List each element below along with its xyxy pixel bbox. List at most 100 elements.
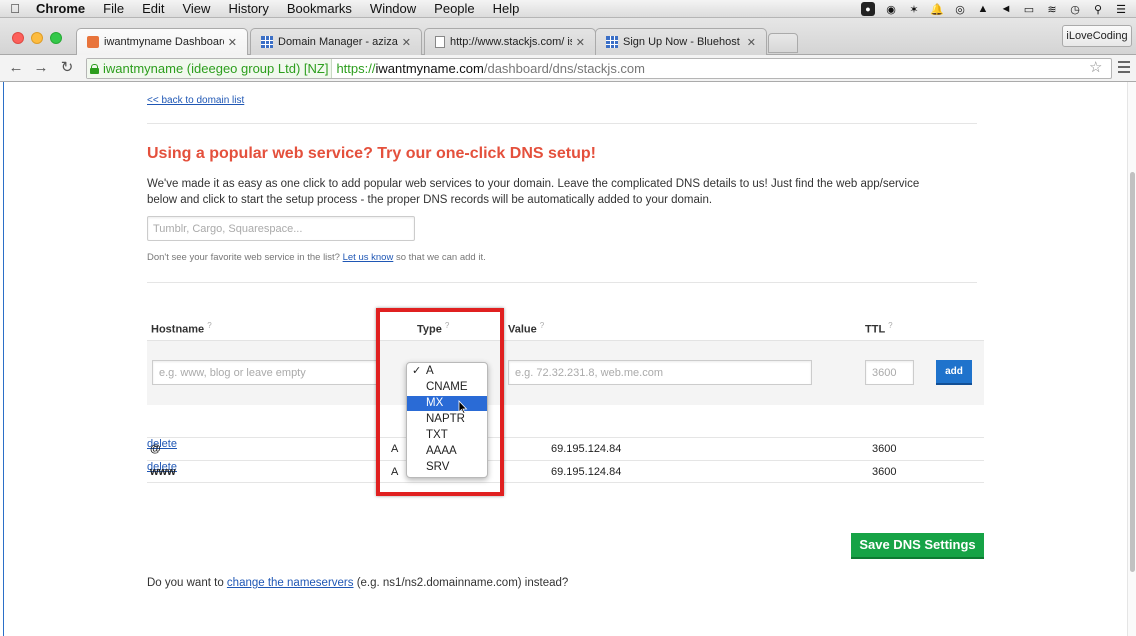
change-nameservers-link[interactable]: change the nameservers bbox=[227, 577, 354, 589]
ttl-header: TTL? bbox=[865, 321, 893, 336]
hostname-input[interactable]: e.g. www, blog or leave empty bbox=[152, 360, 380, 385]
page-favicon-icon bbox=[435, 36, 445, 48]
option-label: SRV bbox=[426, 461, 450, 473]
type-option-naptr[interactable]: NAPTR bbox=[407, 412, 487, 427]
record-type-dropdown[interactable]: ✓ A CNAME MX NAPTR TXT AAAA SRV bbox=[406, 362, 488, 478]
macos-menubar:  Chrome File Edit View History Bookmark… bbox=[0, 0, 1136, 18]
scrollbar-thumb[interactable] bbox=[1130, 172, 1135, 572]
type-option-srv[interactable]: SRV bbox=[407, 460, 487, 475]
option-label: AAAA bbox=[426, 445, 457, 457]
bluehost-grid-favicon-icon bbox=[261, 36, 273, 48]
status-app-icon[interactable]: ● bbox=[861, 2, 875, 16]
record-ttl: 3600 bbox=[872, 466, 897, 478]
ttl-header-label: TTL bbox=[865, 323, 886, 336]
menu-people[interactable]: People bbox=[425, 0, 483, 18]
value-header-label: Value bbox=[508, 323, 537, 336]
save-dns-settings-button[interactable]: Save DNS Settings bbox=[851, 533, 984, 559]
type-option-mx[interactable]: MX bbox=[407, 396, 487, 411]
tab-title: Sign Up Now - Bluehost bbox=[623, 36, 740, 48]
tab-iwantmyname-dashboard[interactable]: iwantmyname Dashboard | ✕ bbox=[76, 28, 248, 55]
tab-domain-manager[interactable]: Domain Manager - azizali ✕ bbox=[250, 28, 422, 55]
tab-title: http://www.stackjs.com/ is bbox=[450, 36, 572, 48]
apple-menu-icon[interactable]:  bbox=[0, 1, 30, 16]
chrome-menu-icon[interactable] bbox=[1118, 61, 1130, 76]
tab-stackjs[interactable]: http://www.stackjs.com/ is ✕ bbox=[424, 28, 596, 55]
menu-view[interactable]: View bbox=[173, 0, 219, 18]
drive-icon[interactable]: ▲ bbox=[976, 2, 990, 16]
iwantmyname-favicon-icon bbox=[87, 36, 99, 48]
window-close-button[interactable] bbox=[12, 32, 24, 44]
reload-icon[interactable]: ↻ bbox=[57, 58, 77, 78]
back-to-domain-list-link[interactable]: << back to domain list bbox=[147, 95, 244, 106]
type-option-txt[interactable]: TXT bbox=[407, 428, 487, 443]
brightness-icon[interactable]: ✶ bbox=[907, 2, 921, 16]
ns-note-text-end: (e.g. ns1/ns2.domainname.com) instead? bbox=[356, 577, 569, 589]
record-value: 69.195.124.84 bbox=[551, 443, 622, 455]
type-option-aaaa[interactable]: AAAA bbox=[407, 444, 487, 459]
menu-file[interactable]: File bbox=[94, 0, 133, 18]
address-bar[interactable]: iwantmyname (ideegeo group Ltd) [NZ] htt… bbox=[86, 58, 1112, 79]
record-type: A bbox=[391, 466, 399, 478]
type-option-cname[interactable]: CNAME bbox=[407, 380, 487, 395]
spotlight-search-icon[interactable]: ⚲ bbox=[1091, 2, 1105, 16]
ns-note-text: Do you want to bbox=[147, 577, 224, 589]
forward-arrow-icon[interactable]: → bbox=[31, 58, 51, 78]
tab-close-icon[interactable]: ✕ bbox=[402, 36, 411, 49]
record-hostname: @ bbox=[150, 443, 161, 455]
add-record-button[interactable]: add bbox=[936, 360, 972, 385]
option-label: TXT bbox=[426, 429, 448, 441]
record-type: A bbox=[391, 443, 399, 455]
battery-icon[interactable]: ▭ bbox=[1022, 2, 1036, 16]
option-label: NAPTR bbox=[426, 413, 465, 425]
tab-title: iwantmyname Dashboard | bbox=[104, 36, 224, 48]
menu-app-name[interactable]: Chrome bbox=[30, 0, 94, 18]
type-option-a[interactable]: ✓ A bbox=[407, 364, 487, 379]
web-service-search-input[interactable]: Tumblr, Cargo, Squarespace... bbox=[147, 216, 415, 241]
missing-service-note: Don't see your favorite web service in t… bbox=[147, 252, 486, 263]
bookmark-star-icon[interactable]: ☆ bbox=[1089, 58, 1102, 76]
wifi-icon[interactable]: ≋ bbox=[1045, 2, 1059, 16]
help-icon[interactable]: ? bbox=[207, 321, 211, 330]
type-header: Type? bbox=[417, 321, 449, 336]
hostname-header: Hostname? bbox=[151, 321, 212, 336]
notification-center-icon[interactable]: ☰ bbox=[1114, 2, 1128, 16]
page-scrollbar[interactable] bbox=[1127, 82, 1136, 636]
help-icon[interactable]: ? bbox=[445, 321, 449, 330]
ttl-input[interactable]: 3600 bbox=[865, 360, 914, 385]
help-icon[interactable]: ? bbox=[540, 321, 544, 330]
clock-icon[interactable]: ◷ bbox=[1068, 2, 1082, 16]
window-minimize-button[interactable] bbox=[31, 32, 43, 44]
record-icon[interactable]: ◉ bbox=[884, 2, 898, 16]
volume-icon[interactable]: ◄ bbox=[999, 2, 1013, 16]
tab-bluehost-signup[interactable]: Sign Up Now - Bluehost ✕ bbox=[595, 28, 767, 55]
creative-cloud-icon[interactable]: ◎ bbox=[953, 2, 967, 16]
help-icon[interactable]: ? bbox=[888, 321, 892, 330]
let-us-know-link[interactable]: Let us know bbox=[343, 252, 394, 263]
one-click-dns-heading: Using a popular web service? Try our one… bbox=[147, 145, 596, 162]
menu-edit[interactable]: Edit bbox=[133, 0, 173, 18]
menu-window[interactable]: Window bbox=[361, 0, 425, 18]
table-row: @ A 69.195.124.84 3600 delete bbox=[147, 437, 984, 460]
back-arrow-icon[interactable]: ← bbox=[6, 58, 26, 78]
ev-label: iwantmyname (ideegeo group Ltd) [NZ] bbox=[103, 61, 329, 76]
tab-close-icon[interactable]: ✕ bbox=[576, 36, 585, 49]
missing-note-text: Don't see your favorite web service in t… bbox=[147, 252, 340, 263]
menu-history[interactable]: History bbox=[219, 0, 277, 18]
browser-toolbar: ← → ↻ iwantmyname (ideegeo group Ltd) [N… bbox=[0, 55, 1136, 82]
tab-close-icon[interactable]: ✕ bbox=[747, 36, 756, 49]
window-zoom-button[interactable] bbox=[50, 32, 62, 44]
option-label: A bbox=[426, 365, 434, 377]
url-path: /dashboard/dns/stackjs.com bbox=[483, 61, 645, 76]
new-tab-button[interactable] bbox=[768, 33, 798, 53]
menu-help[interactable]: Help bbox=[484, 0, 529, 18]
value-header: Value? bbox=[508, 321, 544, 336]
missing-note-text-end: so that we can add it. bbox=[395, 252, 486, 263]
record-hostname: www bbox=[150, 466, 176, 478]
notification-bell-icon[interactable]: 🔔 bbox=[930, 2, 944, 16]
menu-bookmarks[interactable]: Bookmarks bbox=[278, 0, 361, 18]
value-input[interactable]: e.g. 72.32.231.8, web.me.com bbox=[508, 360, 812, 385]
ev-certificate-badge[interactable]: iwantmyname (ideegeo group Ltd) [NZ] bbox=[87, 59, 333, 78]
profile-button[interactable]: iLoveCoding bbox=[1062, 25, 1132, 47]
tab-close-icon[interactable]: ✕ bbox=[228, 36, 237, 49]
option-label: MX bbox=[426, 397, 444, 409]
